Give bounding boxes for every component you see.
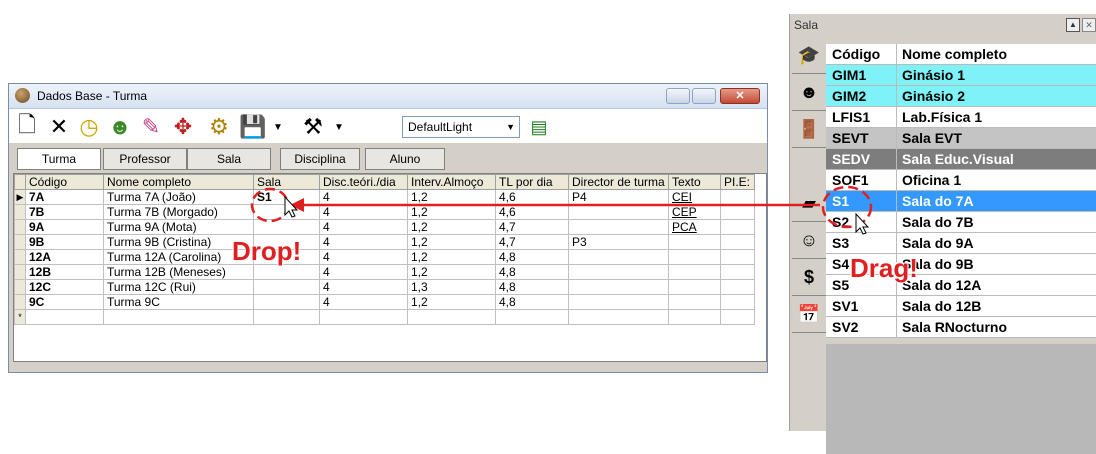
drop-label: Drop! xyxy=(231,235,302,267)
drag-drop-overlay xyxy=(250,185,873,235)
drag-label: Drag! xyxy=(849,252,918,284)
drop-target-circle xyxy=(250,187,290,223)
cursor-drag-icon xyxy=(855,212,870,235)
drag-source-circle xyxy=(821,185,873,229)
